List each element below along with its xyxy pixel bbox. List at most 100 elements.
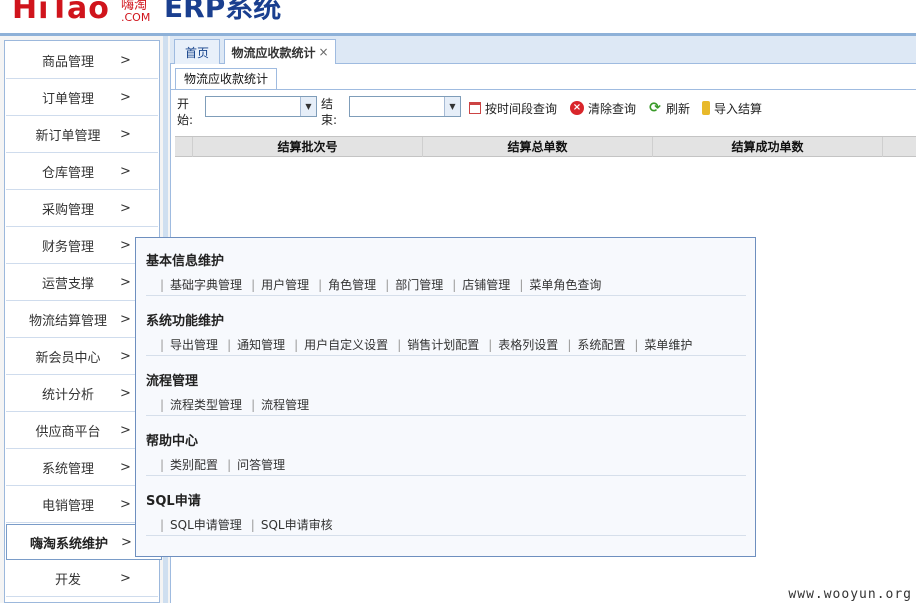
app-header: HiTao 嗨淘 .COM ERP系统	[0, 0, 916, 33]
sidebar-item-label: 运营支撑	[41, 277, 94, 292]
menu-link[interactable]: 导出管理	[170, 338, 218, 352]
clear-icon: ×	[570, 101, 584, 115]
chevron-right-icon: >	[120, 571, 131, 586]
menu-section-divider	[146, 415, 746, 416]
tab-home[interactable]: 首页	[174, 39, 220, 64]
menu-section-divider	[146, 535, 746, 536]
tab-home-label: 首页	[184, 45, 209, 60]
chevron-right-icon: >	[120, 275, 131, 290]
import-button[interactable]: 导入结算	[702, 98, 762, 118]
menu-section-divider	[146, 355, 746, 356]
refresh-button[interactable]: ⟳ 刷新	[648, 98, 690, 118]
chevron-right-icon: >	[120, 238, 131, 253]
menu-link[interactable]: 用户自定义设置	[304, 338, 388, 352]
menu-section-links: | 导出管理 | 通知管理 | 用户自定义设置 | 销售计划配置 | 表格列设置 | 系统配置 | 菜单维…	[160, 336, 701, 353]
menu-section-title: 基本信息维护	[146, 254, 225, 269]
menu-link-separator: |	[519, 278, 524, 292]
grid-header: 结算批次号 结算总单数 结算成功单数	[175, 136, 916, 157]
sidebar-item-label: 电销管理	[41, 499, 94, 514]
menu-link-separator: |	[385, 278, 390, 292]
chevron-right-icon: >	[120, 423, 131, 438]
menu-section-links: | SQL申请管理 | SQL申请审核	[160, 516, 342, 533]
sidebar-item[interactable]: 仓库管理 >	[6, 154, 158, 190]
menu-link[interactable]: 系统配置	[577, 338, 625, 352]
refresh-icon: ⟳	[649, 100, 661, 116]
menu-link-separator: |	[227, 338, 232, 352]
menu-section-title: 帮助中心	[146, 434, 199, 449]
query-by-time-button[interactable]: 按时间段查询	[469, 98, 557, 118]
close-icon[interactable]: ×	[318, 45, 328, 59]
chevron-right-icon: >	[120, 90, 131, 105]
subtab-logistics-receivables[interactable]: 物流应收款统计	[175, 68, 277, 90]
menu-link[interactable]: 店铺管理	[462, 278, 510, 292]
grid-col-batch-no[interactable]: 结算批次号	[192, 137, 422, 157]
menu-link[interactable]: 问答管理	[237, 458, 285, 472]
menu-link[interactable]: 菜单维护	[644, 338, 692, 352]
clear-query-button[interactable]: × 清除查询	[570, 98, 636, 118]
menu-link[interactable]: SQL申请管理	[170, 518, 242, 532]
menu-link-separator: |	[160, 338, 165, 352]
query-by-time-label: 按时间段查询	[485, 101, 558, 116]
system-maintenance-flyout-menu: 基本信息维护 | 基础字典管理 | 用户管理 | 角色管理 | 部门管理 | 店铺管理 | 菜单角色查询…	[135, 237, 756, 557]
sidebar-item-label: 订单管理	[41, 92, 94, 107]
menu-link[interactable]: 通知管理	[237, 338, 285, 352]
menu-link-separator: |	[160, 518, 165, 532]
chevron-down-icon[interactable]: ▼	[444, 97, 460, 116]
sidebar-item[interactable]: 采购管理 >	[6, 191, 158, 227]
menu-section-title: 流程管理	[146, 374, 199, 389]
watermark: www.wooyun.org	[788, 587, 912, 602]
chevron-down-icon[interactable]: ▼	[300, 97, 316, 116]
start-date-combo[interactable]: ▼	[205, 96, 317, 117]
menu-link[interactable]: 表格列设置	[498, 338, 558, 352]
menu-link[interactable]: 角色管理	[328, 278, 376, 292]
sidebar-item-label: 商品管理	[41, 55, 94, 70]
menu-link[interactable]: 销售计划配置	[407, 338, 479, 352]
menu-section: 基本信息维护 | 基础字典管理 | 用户管理 | 角色管理 | 部门管理 | 店铺管理 | 菜单角色查询	[146, 250, 601, 292]
chevron-right-icon: >	[120, 312, 131, 327]
menu-link[interactable]: 部门管理	[395, 278, 443, 292]
menu-section: 系统功能维护 | 导出管理 | 通知管理 | 用户自定义设置 | 销售计划配置 | 表格列设置 | 系统…	[146, 310, 692, 352]
menu-section-divider	[146, 475, 746, 476]
calendar-icon	[469, 102, 481, 114]
menu-link[interactable]: 类别配置	[170, 458, 218, 472]
sidebar-item[interactable]: 商品管理 >	[6, 43, 158, 79]
menu-link[interactable]: 用户管理	[261, 278, 309, 292]
menu-link-separator: |	[318, 278, 323, 292]
hitao-logo: HiTao	[12, 0, 110, 26]
erp-title: ERP系统	[164, 0, 282, 24]
end-date-combo[interactable]: ▼	[349, 96, 461, 117]
menu-link-separator: |	[397, 338, 402, 352]
menu-link[interactable]: 流程类型管理	[170, 398, 242, 412]
grid-col-extra	[882, 137, 916, 157]
menu-section-title: 系统功能维护	[146, 314, 225, 329]
query-toolbar: 开始: ▼ 结束: ▼ 按时间段查询 × 清除查询 ⟳ 刷新 导入结算	[171, 90, 916, 134]
grid-col-success-count[interactable]: 结算成功单数	[652, 137, 882, 157]
sidebar-item[interactable]: 新订单管理 >	[6, 117, 158, 153]
sidebar-item-label: 统计分析	[41, 388, 94, 403]
sidebar-item[interactable]: 订单管理 >	[6, 80, 158, 116]
import-label: 导入结算	[713, 101, 762, 116]
chevron-right-icon: >	[120, 201, 131, 216]
menu-link-separator: |	[567, 338, 572, 352]
grid-col-total-count[interactable]: 结算总单数	[422, 137, 652, 157]
menu-link[interactable]: SQL申请审核	[261, 518, 333, 532]
end-label: 结束:	[321, 97, 338, 127]
sidebar-item-label: 开发	[54, 573, 81, 588]
import-icon	[702, 101, 710, 115]
menu-link-separator: |	[227, 458, 232, 472]
menu-link[interactable]: 菜单角色查询	[529, 278, 601, 292]
sidebar-item-label: 新订单管理	[35, 129, 101, 144]
menu-link[interactable]: 基础字典管理	[170, 278, 242, 292]
tab-bar: 首页 物流应收款统计 ×	[170, 36, 916, 64]
tab-logistics-receivables[interactable]: 物流应收款统计 ×	[224, 39, 336, 64]
sidebar-item-label: 嗨淘系统维护	[29, 536, 108, 552]
menu-link-separator: |	[160, 398, 165, 412]
sidebar-item[interactable]: 开发 >	[6, 561, 158, 597]
menu-link-separator: |	[294, 338, 299, 352]
chevron-right-icon: >	[120, 386, 131, 401]
hitao-logo-sub: 嗨淘 .COM	[121, 0, 159, 24]
tab-logistics-receivables-label: 物流应收款统计	[231, 45, 316, 60]
refresh-label: 刷新	[666, 101, 691, 116]
clear-query-label: 清除查询	[588, 101, 637, 116]
menu-link[interactable]: 流程管理	[261, 398, 309, 412]
